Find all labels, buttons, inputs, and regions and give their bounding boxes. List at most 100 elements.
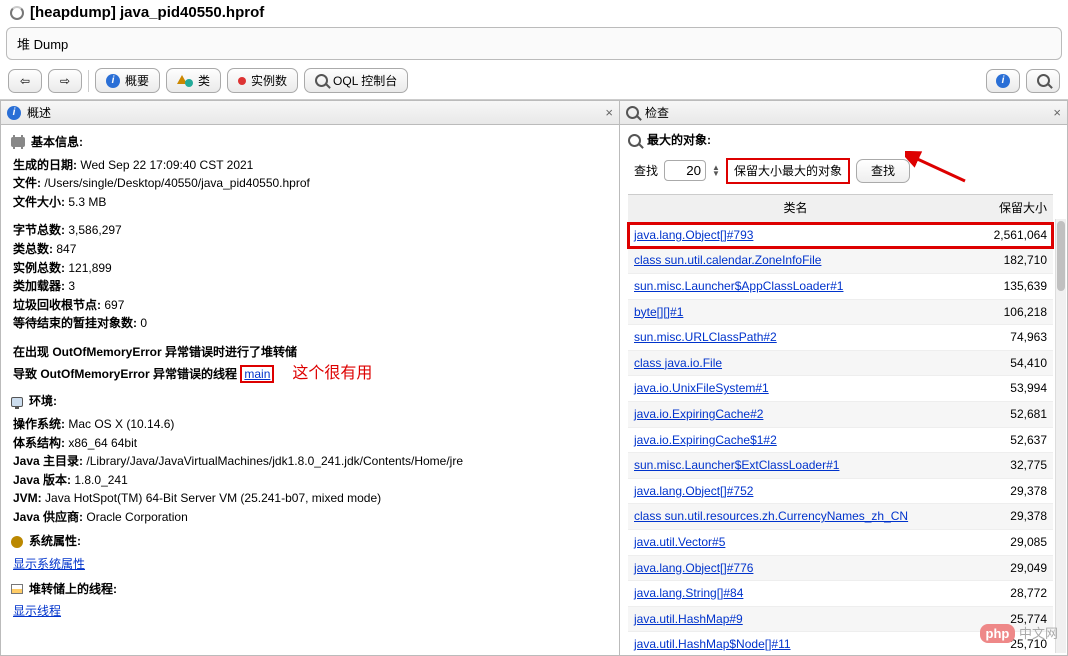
- class-link[interactable]: sun.misc.URLClassPath#2: [634, 330, 777, 344]
- instances-button[interactable]: 实例数: [227, 68, 298, 93]
- class-link[interactable]: sun.misc.Launcher$AppClassLoader#1: [634, 279, 843, 293]
- col-retained-size[interactable]: 保留大小: [963, 195, 1053, 222]
- stepper-icon[interactable]: ▲▼: [712, 165, 720, 177]
- key-icon: [11, 536, 23, 548]
- object-table: java.lang.Object[]#7932,561,064class sun…: [628, 223, 1053, 655]
- table-row[interactable]: java.lang.String[]#84 28,772: [628, 581, 1053, 607]
- class-link[interactable]: sun.misc.Launcher$ExtClassLoader#1: [634, 458, 839, 472]
- env-heading: 环境:: [29, 392, 57, 411]
- table-row[interactable]: class sun.util.resources.zh.CurrencyName…: [628, 504, 1053, 530]
- arch-value: x86_64 64bit: [68, 436, 137, 450]
- class-link[interactable]: java.util.HashMap#9: [634, 612, 743, 626]
- retained-size: 29,049: [957, 559, 1047, 578]
- monitor-icon: [11, 397, 23, 407]
- show-sysprops-link[interactable]: 显示系统属性: [13, 557, 85, 571]
- dot-icon: [238, 77, 246, 85]
- class-link[interactable]: java.io.ExpiringCache#2: [634, 407, 763, 421]
- class-link[interactable]: class java.io.File: [634, 356, 722, 370]
- table-row[interactable]: java.lang.Object[]#752 29,378: [628, 479, 1053, 505]
- retained-size: 29,378: [957, 482, 1047, 501]
- os-label: 操作系统:: [13, 417, 65, 431]
- app-icon: [10, 6, 24, 20]
- find-count-input[interactable]: [664, 160, 706, 181]
- class-link[interactable]: java.lang.Object[]#752: [634, 484, 753, 498]
- nav-forward-button[interactable]: ⇨: [48, 69, 82, 93]
- table-row[interactable]: sun.misc.Launcher$ExtClassLoader#1 32,775: [628, 453, 1053, 479]
- magnifier-icon: [626, 106, 639, 119]
- magnifier-icon: [628, 134, 641, 147]
- table-row[interactable]: java.io.UnixFileSystem#153,994: [628, 376, 1053, 402]
- jvm-value: Java HotSpot(TM) 64-Bit Server VM (25.24…: [45, 491, 381, 505]
- class-link[interactable]: java.lang.Object[]#776: [634, 561, 753, 575]
- scrollbar[interactable]: [1055, 219, 1066, 653]
- jvm-label: JVM:: [13, 491, 42, 505]
- table-row[interactable]: java.lang.Object[]#7932,561,064: [628, 223, 1053, 249]
- retained-size: 74,963: [957, 328, 1047, 347]
- sort-mode-combo[interactable]: 保留大小最大的对象: [726, 158, 850, 185]
- javahome-value: /Library/Java/JavaVirtualMachines/jdk1.8…: [86, 454, 463, 468]
- oom-thread-link[interactable]: main: [240, 365, 274, 383]
- chip-icon: [11, 137, 25, 147]
- javaver-value: 1.8.0_241: [74, 473, 127, 487]
- table-row[interactable]: sun.misc.URLClassPath#2 74,963: [628, 325, 1053, 351]
- col-classname[interactable]: 类名: [628, 195, 963, 222]
- table-row[interactable]: java.io.ExpiringCache#252,681: [628, 402, 1053, 428]
- table-row[interactable]: java.io.ExpiringCache$1#252,637: [628, 428, 1053, 454]
- file-value: /Users/single/Desktop/40550/java_pid4055…: [44, 176, 310, 190]
- overview-pane-header: i 概述 ×: [1, 101, 619, 125]
- class-link[interactable]: java.util.Vector#5: [634, 535, 725, 549]
- toolbar: ⇦ ⇨ i概要 类 实例数 OQL 控制台 i: [0, 62, 1068, 100]
- table-row[interactable]: sun.misc.Launcher$AppClassLoader#1135,63…: [628, 274, 1053, 300]
- inspect-pane: 检查 × 最大的对象: 查找 ▲▼ 保留大小最大的对象 查找 类名 保留大小 j…: [620, 100, 1068, 656]
- oql-button[interactable]: OQL 控制台: [304, 68, 408, 93]
- info-icon: i: [7, 106, 21, 120]
- retained-size: 28,772: [957, 584, 1047, 603]
- retained-size: 54,410: [957, 354, 1047, 373]
- show-threads-link[interactable]: 显示线程: [13, 604, 61, 618]
- table-row[interactable]: class sun.util.calendar.ZoneInfoFile182,…: [628, 248, 1053, 274]
- table-icon: [11, 584, 23, 594]
- tab-heapdump[interactable]: 堆 Dump: [17, 37, 68, 52]
- arrow-right-icon: ⇨: [60, 74, 70, 88]
- magnifier-icon: [315, 74, 328, 87]
- class-link[interactable]: java.lang.String[]#84: [634, 586, 743, 600]
- class-link[interactable]: java.io.UnixFileSystem#1: [634, 381, 769, 395]
- toolbar-separator: [88, 70, 89, 92]
- class-link[interactable]: class sun.util.calendar.ZoneInfoFile: [634, 253, 821, 267]
- search-panel-button[interactable]: [1026, 69, 1060, 93]
- arch-label: 体系结构:: [13, 436, 65, 450]
- table-row[interactable]: java.lang.Object[]#776 29,049: [628, 556, 1053, 582]
- oom-message-1: 在出现 OutOfMemoryError 异常错误时进行了堆转储: [13, 345, 297, 359]
- filesize-value: 5.3 MB: [68, 195, 106, 209]
- summary-button[interactable]: i概要: [95, 68, 160, 93]
- class-link[interactable]: byte[][]#1: [634, 305, 683, 319]
- window-titlebar: [heapdump] java_pid40550.hprof: [0, 0, 1068, 25]
- classes-button[interactable]: 类: [166, 68, 221, 93]
- close-icon[interactable]: ×: [605, 105, 613, 120]
- class-link[interactable]: java.util.HashMap$Node[]#11: [634, 637, 791, 651]
- table-row[interactable]: class java.io.File 54,410: [628, 351, 1053, 377]
- retained-size: 106,218: [957, 303, 1047, 322]
- file-label: 文件:: [13, 176, 41, 190]
- threads-heading: 堆转储上的线程:: [29, 580, 117, 599]
- find-button[interactable]: 查找: [856, 159, 910, 184]
- oom-message-2: 导致 OutOfMemoryError 异常错误的线程: [13, 367, 237, 381]
- table-row[interactable]: java.util.Vector#529,085: [628, 530, 1053, 556]
- tab-bar: 堆 Dump: [6, 27, 1062, 60]
- nav-back-button[interactable]: ⇦: [8, 69, 42, 93]
- instances-total-value: 121,899: [68, 261, 111, 275]
- table-row[interactable]: byte[][]#1 106,218: [628, 300, 1053, 326]
- class-link[interactable]: java.io.ExpiringCache$1#2: [634, 433, 777, 447]
- class-link[interactable]: java.lang.Object[]#793: [634, 228, 753, 242]
- watermark: php 中文网: [980, 623, 1058, 642]
- javaver-label: Java 版本:: [13, 473, 71, 487]
- os-value: Mac OS X (10.14.6): [68, 417, 174, 431]
- class-link[interactable]: class sun.util.resources.zh.CurrencyName…: [634, 509, 908, 523]
- info-panel-button[interactable]: i: [986, 69, 1020, 93]
- retained-size: 32,775: [957, 456, 1047, 475]
- close-icon[interactable]: ×: [1053, 105, 1061, 120]
- window-title: [heapdump] java_pid40550.hprof: [30, 4, 264, 21]
- javahome-label: Java 主目录:: [13, 454, 83, 468]
- pending-value: 0: [140, 316, 147, 330]
- biggest-objects-heading: 最大的对象:: [647, 131, 711, 150]
